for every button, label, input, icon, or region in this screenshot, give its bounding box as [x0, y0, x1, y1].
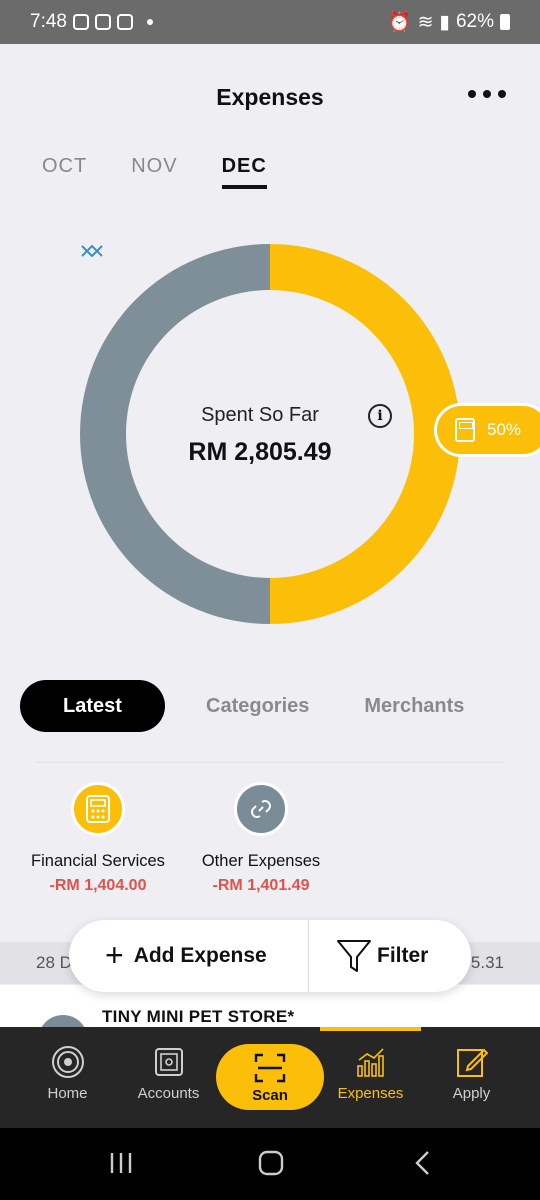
page-title: Expenses [216, 84, 324, 110]
status-bar: 7:48 ⏰ ≋ ▮ 62% [0, 0, 540, 44]
category-amount: -RM 1,401.49 [212, 877, 310, 894]
instagram-icon [116, 14, 133, 30]
add-expense-button[interactable]: + Add Expense [69, 920, 309, 992]
scan-icon [254, 1053, 286, 1083]
budget-percent-badge[interactable]: 50% [434, 403, 540, 457]
merchant-name: TINY MINI PET STORE* [102, 1007, 295, 1026]
home-icon [51, 1045, 85, 1079]
dot-icon [468, 90, 476, 98]
add-expense-label: Add Expense [133, 944, 267, 967]
edit-icon [455, 1045, 489, 1079]
home-button-icon[interactable] [258, 1150, 284, 1176]
battery-percent: 62% [455, 11, 494, 32]
nav-apply[interactable]: Apply [421, 1027, 522, 1128]
category-name: Financial Services [31, 852, 165, 870]
nav-expenses[interactable]: Expenses [320, 1027, 421, 1128]
safe-icon [152, 1045, 186, 1079]
nav-accounts[interactable]: Accounts [118, 1027, 219, 1128]
date-total: 5.31 [470, 953, 504, 972]
info-icon[interactable]: i [368, 404, 392, 428]
back-icon[interactable] [412, 1150, 434, 1176]
category-financial-services[interactable]: Financial Services -RM 1,404.00 [18, 782, 178, 895]
spent-amount: RM 2,805.49 [188, 438, 332, 466]
budget-percent-label: 50% [487, 420, 522, 439]
nav-expenses-label: Expenses [337, 1085, 404, 1102]
calculator-icon [71, 782, 125, 836]
more-notifications-icon [146, 19, 153, 25]
nav-accounts-label: Accounts [137, 1085, 200, 1102]
more-options-button[interactable] [468, 90, 506, 98]
date-label: 28 D [36, 953, 72, 972]
dot-icon [483, 90, 491, 98]
filter-button[interactable]: Filter [309, 920, 471, 992]
spending-donut-chart: Spent So Far i RM 2,805.49 [80, 244, 460, 624]
calculator-icon [455, 418, 475, 442]
status-time: 7:48 [30, 11, 67, 32]
category-amount: -RM 1,404.00 [49, 877, 147, 894]
tab-categories[interactable]: Categories [206, 695, 309, 718]
month-tab-nov[interactable]: NOV [131, 155, 177, 189]
divider [36, 762, 504, 763]
donut-center: Spent So Far i RM 2,805.49 [80, 244, 460, 624]
month-selector: OCT NOV DEC [42, 155, 267, 189]
alarm-icon: ⏰ [387, 12, 412, 33]
floating-action-bar: + Add Expense Filter [69, 920, 471, 992]
nav-home[interactable]: Home [17, 1027, 118, 1128]
month-tab-dec[interactable]: DEC [221, 155, 267, 189]
nav-home-label: Home [47, 1085, 88, 1102]
nav-scan-button[interactable]: Scan [216, 1044, 324, 1110]
system-navigation-bar [0, 1128, 540, 1200]
app-notification-icon [94, 14, 111, 30]
filter-icon [337, 940, 371, 972]
nav-apply-label: Apply [452, 1085, 491, 1102]
recent-apps-icon[interactable] [108, 1150, 134, 1176]
tab-merchants[interactable]: Merchants [364, 695, 464, 718]
view-tabs: Latest Categories Merchants [20, 680, 520, 732]
bottom-navigation: Home Accounts Scan Expenses Apply [0, 1027, 540, 1128]
dot-icon [498, 90, 506, 98]
chart-icon [354, 1045, 388, 1079]
filter-label: Filter [377, 944, 429, 967]
wifi-icon: ≋ [417, 11, 434, 33]
instagram-icon [72, 14, 89, 30]
nav-scan-label: Scan [252, 1087, 288, 1104]
header: Expenses [0, 44, 540, 148]
battery-icon [500, 14, 510, 30]
tab-latest[interactable]: Latest [20, 680, 165, 732]
plus-icon: + [105, 936, 124, 973]
category-other-expenses[interactable]: Other Expenses -RM 1,401.49 [181, 782, 341, 895]
chevron-down-icon[interactable] [80, 244, 104, 258]
signal-icon: ▮ [439, 11, 450, 33]
link-icon [234, 782, 288, 836]
category-name: Other Expenses [201, 852, 321, 870]
month-tab-oct[interactable]: OCT [42, 155, 87, 189]
spent-label: Spent So Far [201, 404, 319, 426]
